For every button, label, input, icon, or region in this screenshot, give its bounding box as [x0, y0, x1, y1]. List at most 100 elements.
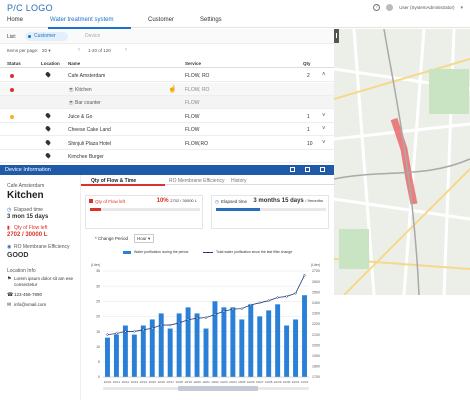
chart-bar — [131, 334, 137, 377]
chevron-down-icon[interactable]: ˅ — [322, 113, 326, 119]
x-tick-label: 10/26 — [247, 380, 255, 384]
chart-bar — [293, 319, 299, 377]
tab-settings[interactable]: Settings — [200, 17, 222, 23]
chart-bar — [185, 307, 191, 377]
col-service[interactable]: Service — [185, 61, 201, 66]
tab-history[interactable]: History — [231, 178, 247, 184]
period-select[interactable]: Hour ▾ — [134, 234, 154, 243]
chevron-up-icon[interactable]: ˄ — [322, 72, 326, 78]
qty-card-value: 10% 2702 / 30000 L — [156, 198, 197, 204]
header-actions: ? User (SystemAdministrator) ▾ — [373, 4, 463, 11]
tab-home[interactable]: Home — [7, 17, 23, 23]
next-page-icon[interactable]: › — [125, 47, 127, 53]
tab-ro-membrane[interactable]: RO Membrane Efficiency — [169, 178, 224, 184]
device-row[interactable]: ☕ Bar counter FLOW — [0, 96, 334, 109]
qty-left-value: 2702 / 30000 L — [7, 232, 48, 238]
row-service: FLOW — [185, 127, 200, 133]
location-pin-icon[interactable] — [44, 138, 52, 146]
line-point — [204, 316, 208, 319]
customer-filter-chip[interactable]: Customer — [25, 32, 68, 41]
avatar[interactable] — [386, 4, 394, 11]
location-pin-icon[interactable] — [44, 125, 52, 132]
y-tick-left: 25 — [96, 299, 100, 303]
y-tick-left: 35 — [96, 269, 100, 273]
device-summary: Cafe Amsterdam Kitchen Elapsed time ◷ 3 … — [0, 175, 80, 400]
chevron-down-icon[interactable]: ▾ — [460, 5, 463, 11]
chart-bar — [140, 325, 146, 377]
map-view[interactable] — [334, 29, 470, 295]
line-point — [285, 295, 288, 298]
map-graphic[interactable] — [334, 29, 470, 295]
user-name[interactable]: User (SystemAdministrator) — [399, 5, 454, 10]
table-row[interactable]: Cheese Cake Land FLOW 1 ˅ — [0, 123, 334, 136]
x-tick-label: 10/11 — [113, 380, 121, 384]
table-row[interactable]: Cafe Amsterdam FLOW, RO 2 ˄ — [0, 69, 334, 82]
items-per-page: Items per page: 20 ▾ — [7, 48, 51, 53]
y-tick-right: 2500 — [312, 290, 320, 294]
x-tick-label: 10/12 — [122, 380, 130, 384]
legend-line-label: Total water purification since the last … — [216, 250, 293, 254]
clock-icon: ◷ — [7, 207, 12, 213]
prev-page-icon[interactable]: ‹ — [78, 47, 80, 53]
chart-bar — [194, 313, 200, 377]
table-row[interactable]: Juice & Go FLOW 1 ˅ — [0, 110, 334, 123]
device-filter-chip[interactable]: Device — [73, 32, 111, 41]
line-point — [177, 321, 181, 325]
cup-icon: ☕ — [68, 86, 75, 93]
location-label: Location Info — [7, 268, 36, 274]
x-tick-label: 10/22 — [211, 380, 219, 384]
x-tick-label: 10/29 — [274, 380, 282, 384]
x-tick-label: 10/19 — [184, 380, 192, 384]
line-point — [195, 317, 199, 320]
chart-bar — [275, 304, 281, 377]
tab-customer[interactable]: Customer — [148, 17, 174, 23]
col-qty[interactable]: Qty — [303, 61, 311, 66]
col-location[interactable]: Location — [41, 61, 60, 66]
x-tick-label: 10/31 — [292, 380, 300, 384]
device-email[interactable]: info@xmail.com — [14, 302, 46, 307]
x-tick-label: 11/01 — [301, 380, 309, 384]
device-info-title: Device Information — [5, 167, 51, 173]
device-phone[interactable]: 123-456-7890 — [14, 292, 42, 297]
qty-card-title: Qty of Flow left — [95, 199, 126, 204]
page-range: 1-20 of 120 — [88, 48, 111, 53]
chevron-down-icon[interactable]: ˅ — [322, 140, 326, 146]
split-view-icon[interactable] — [305, 167, 310, 172]
elapsed-card: ◷ Elapsed time 3 months 15 days / 9month… — [211, 195, 329, 229]
chart-bar — [158, 313, 164, 377]
row-name: Kimchee Burger — [68, 154, 104, 160]
y-tick-left: 10 — [96, 345, 100, 349]
tab-water-treatment[interactable]: Water treatment system — [50, 17, 113, 23]
elapsed-label: Elapsed time — [14, 207, 43, 213]
row-service: FLOW, RO — [185, 73, 210, 79]
status-dot — [10, 114, 14, 119]
chevron-down-icon[interactable]: ˅ — [322, 126, 326, 132]
location-pin-icon[interactable] — [44, 152, 52, 159]
line-point — [151, 327, 154, 330]
window-icon[interactable] — [290, 167, 295, 172]
row-qty: 10 — [307, 140, 313, 147]
device-address: Lorem ipsum dolor sit am ese consectetur — [14, 276, 74, 287]
col-name[interactable]: Name — [68, 61, 80, 66]
ro-label: RO Membrane Efficiency — [14, 244, 70, 250]
line-point — [240, 307, 243, 310]
line-point — [133, 330, 136, 333]
location-pin-icon[interactable] — [44, 111, 52, 119]
chart-bar — [302, 295, 307, 377]
line-point — [213, 313, 217, 316]
location-pin-icon[interactable] — [44, 71, 52, 78]
y-tick-right: 2000 — [312, 343, 320, 347]
device-row[interactable]: ☕ Kitchen FLOW, RO ☝ — [0, 82, 334, 96]
fullscreen-icon[interactable] — [320, 167, 325, 172]
qty-left-label: Qty of Flow left — [14, 225, 48, 231]
table-row[interactable]: Shinjuli Plaza Hotel FLOW,RO 10 ˅ — [0, 137, 334, 150]
col-status[interactable]: Status — [7, 61, 21, 66]
items-per-page-select[interactable]: 20 — [42, 48, 47, 53]
line-point — [169, 323, 172, 327]
help-icon[interactable]: ? — [373, 4, 381, 11]
device-customer: Cafe Amsterdam — [7, 183, 45, 189]
chart-bar — [113, 334, 119, 377]
y-tick-right: 2600 — [312, 280, 320, 284]
app-logo: P/C LOGO — [7, 3, 53, 13]
table-row[interactable]: Kimchee Burger — [0, 150, 334, 163]
